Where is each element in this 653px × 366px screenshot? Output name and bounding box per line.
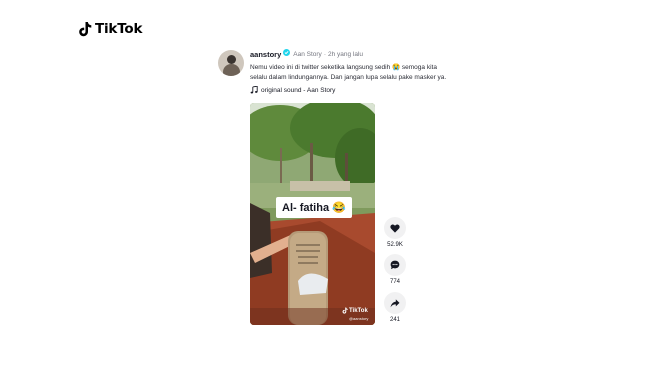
- avatar[interactable]: [218, 50, 244, 76]
- like-action[interactable]: 52.9K: [383, 217, 407, 248]
- like-button[interactable]: [384, 217, 406, 239]
- post-info: aanstory Aan Story · 2h yang lalu Nemu v…: [250, 49, 500, 94]
- comment-action[interactable]: 774: [383, 254, 407, 285]
- share-count: 241: [389, 317, 400, 323]
- video-overlay-text: Al- fatiha 😂: [276, 197, 352, 218]
- share-arrow-icon: [390, 298, 400, 307]
- tiktok-logo[interactable]: TikTok: [78, 20, 142, 38]
- username[interactable]: aanstory: [250, 50, 281, 60]
- comment-count: 774: [389, 279, 400, 285]
- video-watermark: TikTok: [342, 307, 368, 314]
- tiktok-wordmark: TikTok: [95, 21, 143, 37]
- verified-badge-icon: [283, 49, 291, 60]
- meta-separator: ·: [323, 50, 326, 58]
- sound-link[interactable]: original sound - Aan Story: [250, 86, 500, 94]
- like-count: 52.9K: [387, 242, 403, 248]
- post-caption: Nemu video ini di twitter seketika langs…: [250, 63, 495, 83]
- share-button[interactable]: [384, 292, 406, 314]
- tiktok-note-icon: [79, 22, 92, 37]
- tiktok-note-icon: [342, 307, 348, 314]
- heart-icon: [390, 224, 400, 233]
- watermark-text: TikTok: [349, 307, 368, 314]
- caption-line: selalu dalam lindungannya. Dan jangan lu…: [250, 74, 447, 81]
- caption-line: Nemu video ini di twitter seketika langs…: [250, 64, 437, 71]
- comment-icon: [390, 260, 400, 270]
- comment-button[interactable]: [384, 254, 406, 276]
- author-name: Aan Story: [293, 50, 322, 58]
- post-time: 2h yang lalu: [327, 50, 364, 58]
- post-header: aanstory Aan Story · 2h yang lalu: [250, 49, 500, 60]
- share-action[interactable]: 241: [383, 292, 407, 323]
- sound-name: original sound - Aan Story: [261, 86, 336, 94]
- music-note-icon: [250, 86, 258, 94]
- watermark-user: @aanstory: [349, 316, 369, 321]
